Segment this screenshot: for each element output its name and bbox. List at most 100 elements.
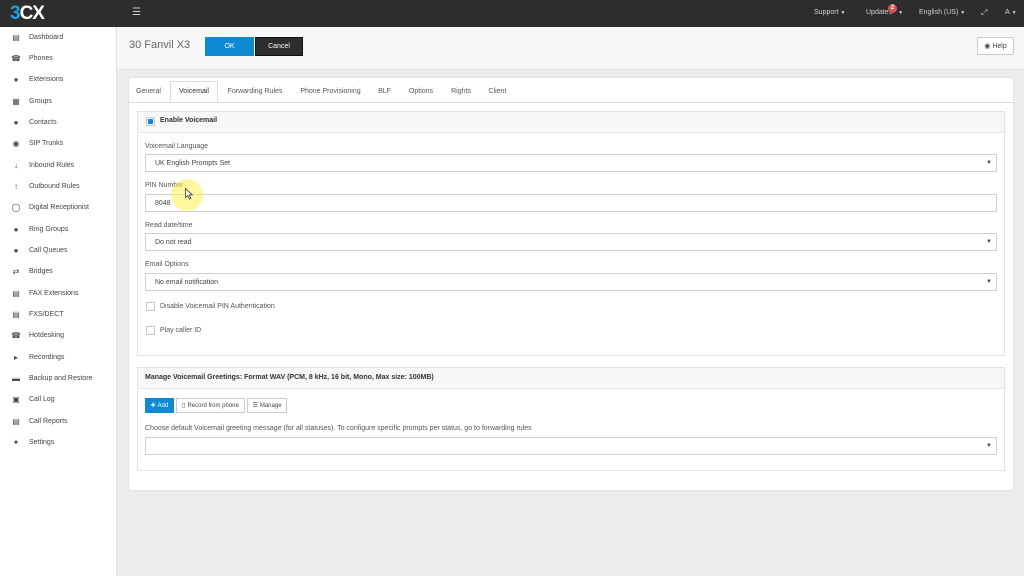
logo-cx: CX (19, 3, 45, 24)
sidebar-item-digital-receptionist[interactable]: ◯ Digital Receptionist (0, 197, 117, 218)
mobile-icon: ▯ (182, 403, 186, 409)
arrow-up-icon: ↑ (14, 181, 18, 191)
help-button[interactable]: ◉ Help (977, 37, 1014, 55)
tab-client[interactable]: Client (485, 81, 510, 102)
sidebar-item-label: Groups (29, 98, 52, 105)
enable-voicemail-checkbox[interactable] (146, 117, 155, 126)
support-menu[interactable]: Support ▼ (814, 9, 845, 16)
sidebar-item-hotdesking[interactable]: ☎ Hotdesking (0, 325, 117, 346)
arrow-down-icon: ↓ (14, 160, 18, 170)
voicemail-language-select[interactable]: UK English Prompts Set ▼ (145, 154, 997, 172)
tab-rights[interactable]: Rights (448, 81, 474, 102)
sidebar-item-label: Backup and Restore (29, 375, 93, 382)
3cx-logo[interactable]: 3CX (10, 3, 45, 24)
record-label: Record from phone (187, 402, 239, 409)
sidebar-item-label: Call Log (29, 396, 55, 403)
support-label: Support (814, 9, 839, 16)
ok-button[interactable]: OK (205, 37, 254, 56)
play-caller-id-label: Play caller ID (160, 327, 202, 334)
users-icon: ● (13, 224, 19, 234)
menu-toggle-icon[interactable]: ☰ (132, 8, 141, 18)
chevron-down-icon: ▼ (1011, 10, 1017, 16)
record-from-phone-button[interactable]: ▯ Record from phone (176, 398, 245, 413)
sidebar-item-call-log[interactable]: ▣ Call Log (0, 389, 117, 410)
sidebar-item-ring-groups[interactable]: ● Ring Groups (0, 219, 117, 240)
sidebar-item-label: Call Reports (29, 418, 68, 425)
add-greeting-button[interactable]: ✚ Add (145, 398, 174, 413)
report-icon: ▤ (12, 416, 20, 426)
globe-icon: ◉ (12, 138, 20, 148)
users-icon: ● (13, 245, 19, 255)
sidebar-item-call-queues[interactable]: ● Call Queues (0, 240, 117, 261)
sidebar-item-label: Call Queues (29, 247, 68, 254)
updates-badge: 2 (888, 4, 897, 13)
greetings-box (137, 367, 1005, 471)
exchange-icon: ⇄ (12, 266, 20, 276)
grid-icon: ▦ (12, 96, 20, 106)
sidebar-item-fxs-dect[interactable]: ▤ FXS/DECT (0, 304, 117, 325)
tab-phone-provisioning[interactable]: Phone Provisioning (295, 81, 366, 102)
tab-general[interactable]: General (131, 81, 166, 102)
tab-options[interactable]: Options (404, 81, 438, 102)
sidebar-item-label: Settings (29, 439, 55, 446)
list-icon: ☰ (252, 403, 258, 409)
pin-number-field[interactable]: 8048 (145, 194, 997, 212)
manage-label: Manage (259, 402, 282, 409)
tab-blf[interactable]: BLF (373, 81, 396, 102)
sidebar-item-extensions[interactable]: ● Extensions (0, 69, 117, 90)
cancel-button[interactable]: Cancel (255, 37, 303, 56)
sidebar-item-outbound-rules[interactable]: ↑ Outbound Rules (0, 176, 117, 197)
email-options-label: Email Options (145, 261, 189, 268)
disable-pin-checkbox[interactable] (146, 302, 155, 311)
language-label: English (US) (919, 9, 959, 16)
sidebar-item-inbound-rules[interactable]: ↓ Inbound Rules (0, 155, 117, 176)
manage-greetings-button[interactable]: ☰ Manage (247, 398, 287, 413)
logo-3: 3 (10, 3, 21, 24)
wrench-icon: ✦ (12, 437, 20, 447)
user-menu[interactable]: A ▼ (1005, 9, 1017, 16)
sidebar-item-phones[interactable]: ☎ Phones (0, 48, 117, 69)
email-options-select[interactable]: No email notification ▼ (145, 273, 997, 291)
sidebar-item-label: Contacts (29, 119, 57, 126)
chevron-down-icon: ▼ (986, 279, 992, 285)
sidebar-item-label: FXS/DECT (29, 311, 64, 318)
sidebar-item-dashboard[interactable]: ▤ Dashboard (0, 27, 117, 48)
play-caller-id-checkbox[interactable] (146, 326, 155, 335)
chevron-down-icon: ▼ (960, 10, 966, 16)
language-menu[interactable]: English (US) ▼ (919, 9, 965, 16)
sidebar-item-groups[interactable]: ▦ Groups (0, 91, 117, 112)
sidebar-item-sip-trunks[interactable]: ◉ SIP Trunks (0, 133, 117, 154)
voicemail-box-header (138, 112, 1004, 133)
tab-divider (128, 102, 1014, 103)
sidebar-item-recordings[interactable]: ▸ Recordings (0, 347, 117, 368)
updates-menu[interactable]: Updates ▼ (866, 9, 903, 16)
voicemail-language-value: UK English Prompts Set (155, 159, 231, 167)
sidebar-item-label: Outbound Rules (29, 183, 80, 190)
plus-icon: ✚ (150, 403, 156, 409)
read-datetime-select[interactable]: Do not read ▼ (145, 233, 997, 251)
default-greeting-label: Choose default Voicemail greeting messag… (145, 425, 532, 432)
tab-forwarding-rules[interactable]: Forwarding Rules (223, 81, 287, 102)
sidebar-item-label: Phones (29, 55, 53, 62)
fullscreen-icon[interactable]: ⤢ (981, 8, 987, 18)
voicemail-language-label: Voicemail Language (145, 143, 209, 150)
top-bar: 3CX ☰ Support ▼ Updates ▼ 2 English (US) ▼ … (0, 0, 1024, 27)
sidebar-item-label: Recordings (29, 354, 65, 361)
greetings-header: Manage Voicemail Greetings: Format WAV (… (145, 374, 434, 381)
tab-voicemail[interactable]: Voicemail (170, 81, 218, 102)
sidebar-item-backup-restore[interactable]: ▬ Backup and Restore (0, 368, 117, 389)
enable-voicemail-label: Enable Voicemail (160, 117, 218, 124)
sidebar-item-contacts[interactable]: ● Contacts (0, 112, 117, 133)
sidebar-item-label: Digital Receptionist (29, 204, 89, 211)
default-greeting-select[interactable]: ▼ (145, 437, 997, 455)
sidebar-item-call-reports[interactable]: ▤ Call Reports (0, 411, 117, 432)
page-title: 30 Fanvil X3 (129, 39, 191, 51)
chevron-down-icon: ▼ (840, 10, 846, 16)
sidebar-item-settings[interactable]: ✦ Settings (0, 432, 117, 453)
sidebar-item-fax-extensions[interactable]: ▤ FAX Extensions (0, 283, 117, 304)
sidebar-item-bridges[interactable]: ⇄ Bridges (0, 261, 117, 282)
bar-chart-icon: ▤ (12, 32, 20, 42)
help-label: Help (992, 42, 1007, 50)
sidebar-item-label: Dashboard (29, 34, 64, 41)
volume-icon: ▸ (13, 352, 18, 362)
